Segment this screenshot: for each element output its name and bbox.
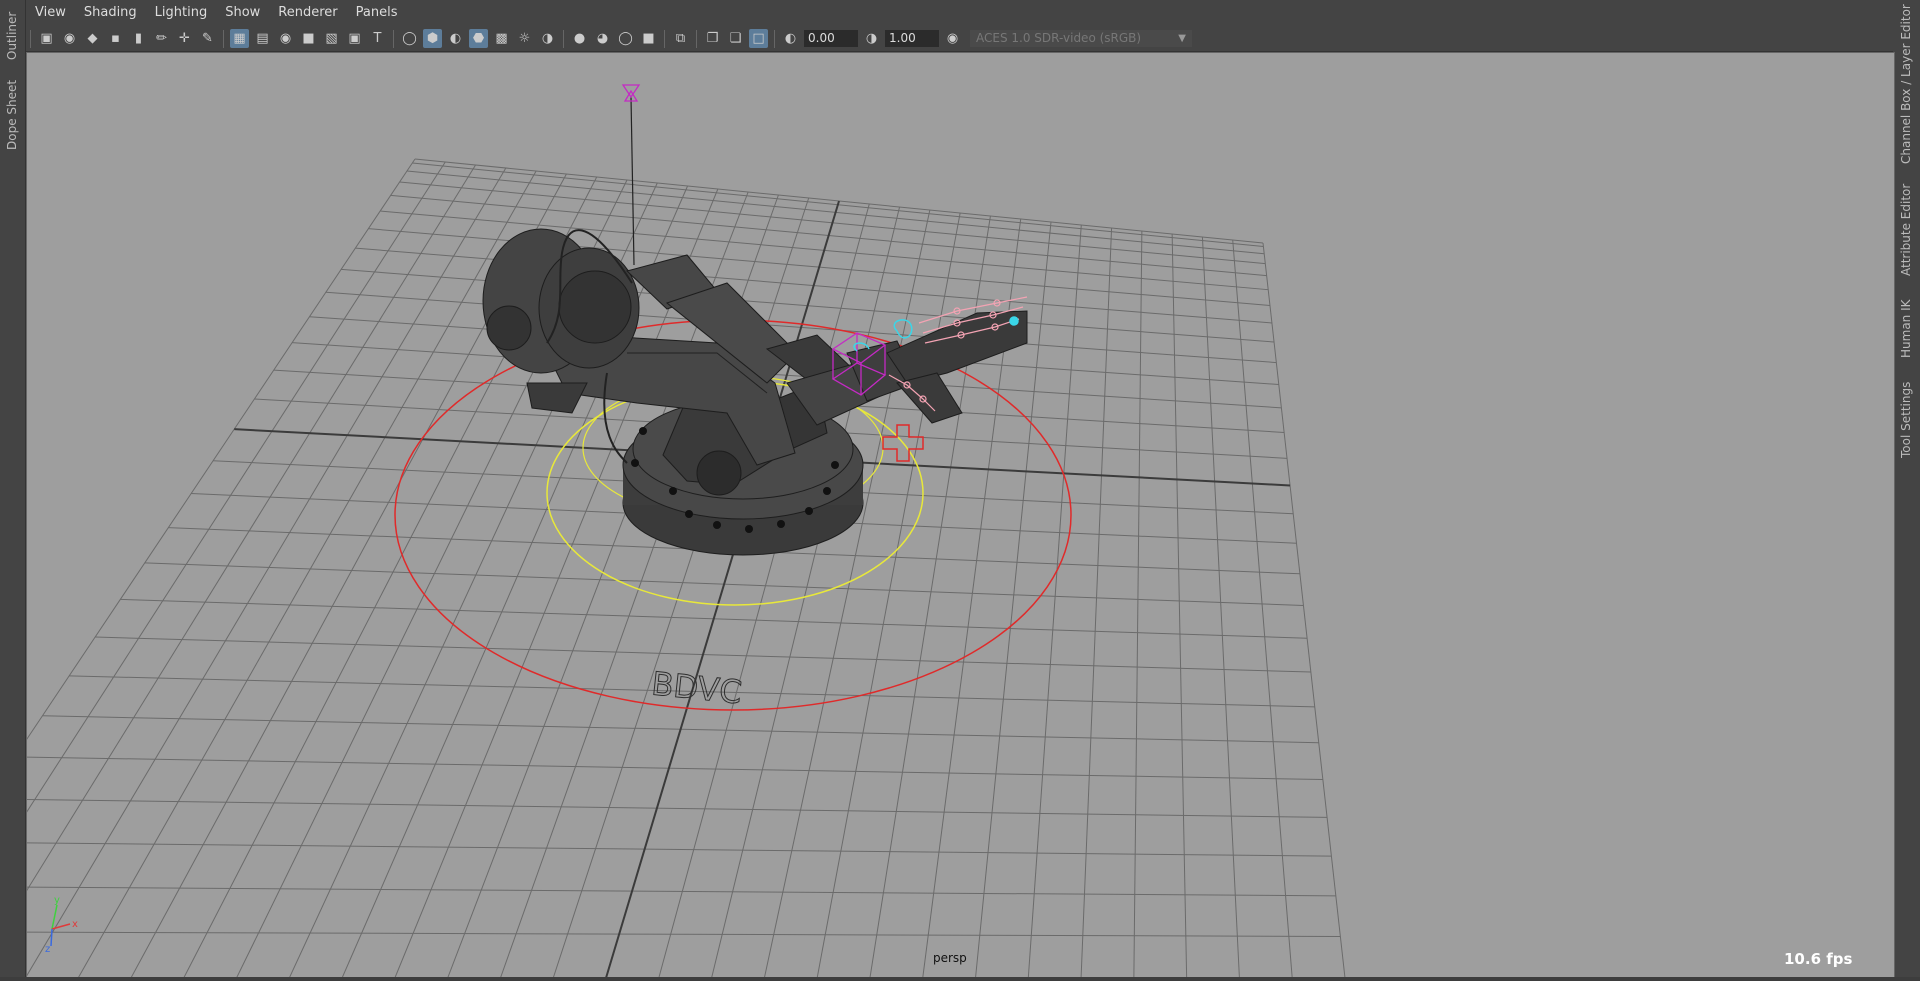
panel-menubar: View Shading Lighting Show Renderer Pane… [26, 0, 1893, 26]
grease-pencil-icon[interactable]: ✏ [152, 29, 171, 48]
anti-aliasing-icon[interactable]: ◯ [616, 29, 635, 48]
wireframe-icon[interactable]: ◯ [400, 29, 419, 48]
menu-view[interactable]: View [26, 0, 75, 26]
2d-pan-zoom-icon[interactable]: ✛ [175, 29, 194, 48]
bookmark-icon[interactable]: ▮ [129, 29, 148, 48]
menu-show[interactable]: Show [216, 0, 269, 26]
grid-line [27, 756, 1323, 781]
axis-z-label: z [45, 944, 50, 955]
color-space-value: ACES 1.0 SDR-video (sRGB) [976, 31, 1142, 45]
panel-toolbar: ▣ ◉ ◆ ▪ ▮ ✏ ✛ ✎ ▦ ▤ ◉ ■ ▧ ▣ T ◯ ⬢ ◐ ⬣ ▩ … [26, 26, 1893, 52]
camera-bookmark-icon[interactable]: ◆ [83, 29, 102, 48]
shadows-icon[interactable]: ◑ [538, 29, 557, 48]
gamma-icon[interactable]: ◑ [862, 29, 881, 48]
safe-title-icon[interactable]: T [368, 29, 387, 48]
select-camera-icon[interactable]: ▣ [37, 29, 56, 48]
tab-tool-settings[interactable]: Tool Settings [1899, 382, 1913, 458]
view-transform-icon[interactable]: ◉ [943, 29, 962, 48]
exposure-icon[interactable]: ◐ [781, 29, 800, 48]
viewport-persp[interactable]: BDVC y x z persp 10.6 fps [26, 52, 1895, 979]
field-chart-icon[interactable]: ▧ [322, 29, 341, 48]
axis-indicator: y x z [45, 895, 78, 955]
toolbar-divider [223, 29, 224, 48]
panel-bottom-border [0, 977, 1920, 981]
menu-renderer[interactable]: Renderer [269, 0, 346, 26]
toolbar-divider [563, 29, 564, 48]
grid-line [1080, 227, 1113, 978]
color-space-select[interactable]: ACES 1.0 SDR-video (sRGB) ▼ [970, 30, 1192, 47]
toolbar-divider [393, 29, 394, 48]
menu-shading[interactable]: Shading [75, 0, 146, 26]
grid-line [27, 158, 416, 740]
right-side-tabs: Channel Box / Layer Editor Attribute Edi… [1892, 0, 1920, 981]
safe-action-icon[interactable]: ▣ [345, 29, 364, 48]
menu-lighting[interactable]: Lighting [146, 0, 217, 26]
ground-label: BDVC [650, 664, 744, 711]
default-material-icon[interactable]: ◐ [446, 29, 465, 48]
grid-line [27, 931, 1341, 937]
toolbar-divider [774, 29, 775, 48]
xray-active-components-icon[interactable]: □ [749, 29, 768, 48]
grid-toggle-icon[interactable]: ▦ [230, 29, 249, 48]
smooth-shade-icon[interactable]: ⬢ [423, 29, 442, 48]
robot-wrist[interactable] [846, 310, 1028, 424]
wireframe-on-shaded-icon[interactable]: ⬣ [469, 29, 488, 48]
grid-line [27, 799, 1328, 818]
grid-line [1262, 242, 1346, 978]
menu-panels[interactable]: Panels [347, 0, 407, 26]
toolbar-divider [696, 29, 697, 48]
tab-human-ik[interactable]: Human IK [1899, 300, 1913, 359]
tab-dope-sheet[interactable]: Dope Sheet [5, 80, 19, 150]
motion-blur-icon[interactable]: ◕ [593, 29, 612, 48]
camera-attributes-icon[interactable]: ◉ [60, 29, 79, 48]
exposure-field[interactable]: 0.00 [804, 30, 858, 47]
grid-line [1133, 230, 1143, 978]
gamma-field[interactable]: 1.00 [885, 30, 939, 47]
grid-line [763, 209, 931, 978]
xray-joints-icon[interactable]: ❏ [726, 29, 745, 48]
grid-line [1171, 233, 1188, 978]
tab-attribute-editor[interactable]: Attribute Editor [1899, 184, 1913, 276]
grid-line [27, 164, 476, 891]
lighting-icon[interactable]: ☼ [515, 29, 534, 48]
xray-icon[interactable]: ❐ [703, 29, 722, 48]
grid-line [1201, 236, 1240, 978]
gate-mask-icon[interactable]: ■ [299, 29, 318, 48]
grid-line [816, 212, 961, 978]
ambient-occlusion-icon[interactable]: ● [570, 29, 589, 48]
fps-counter: 10.6 fps [1784, 950, 1853, 968]
grid-line [27, 167, 507, 977]
depth-of-field-icon[interactable]: ■ [639, 29, 658, 48]
resolution-gate-icon[interactable]: ◉ [276, 29, 295, 48]
grid-line [27, 161, 446, 813]
textured-icon[interactable]: ▩ [492, 29, 511, 48]
tab-outliner[interactable]: Outliner [5, 12, 19, 60]
viewport-scene: BDVC y x z [27, 84, 1346, 978]
toolbar-divider [664, 29, 665, 48]
camera-name-label: persp [933, 951, 967, 965]
axis-y-label: y [54, 895, 60, 906]
grid-line [1232, 239, 1293, 978]
film-gate-icon[interactable]: ▤ [253, 29, 272, 48]
image-plane-icon[interactable]: ▪ [106, 29, 125, 48]
tab-channel-box-layer-editor[interactable]: Channel Box / Layer Editor [1899, 4, 1913, 164]
isolate-select-icon[interactable]: ⧉ [671, 29, 690, 48]
pencil-icon[interactable]: ✎ [198, 29, 217, 48]
model-panel: View Shading Lighting Show Renderer Pane… [26, 0, 1895, 981]
chevron-down-icon: ▼ [1178, 33, 1186, 44]
toolbar-divider [30, 29, 31, 48]
ik-pole-locator[interactable] [621, 84, 641, 266]
axis-x-label: x [72, 919, 78, 930]
left-side-tabs: Outliner Dope Sheet [0, 0, 26, 981]
